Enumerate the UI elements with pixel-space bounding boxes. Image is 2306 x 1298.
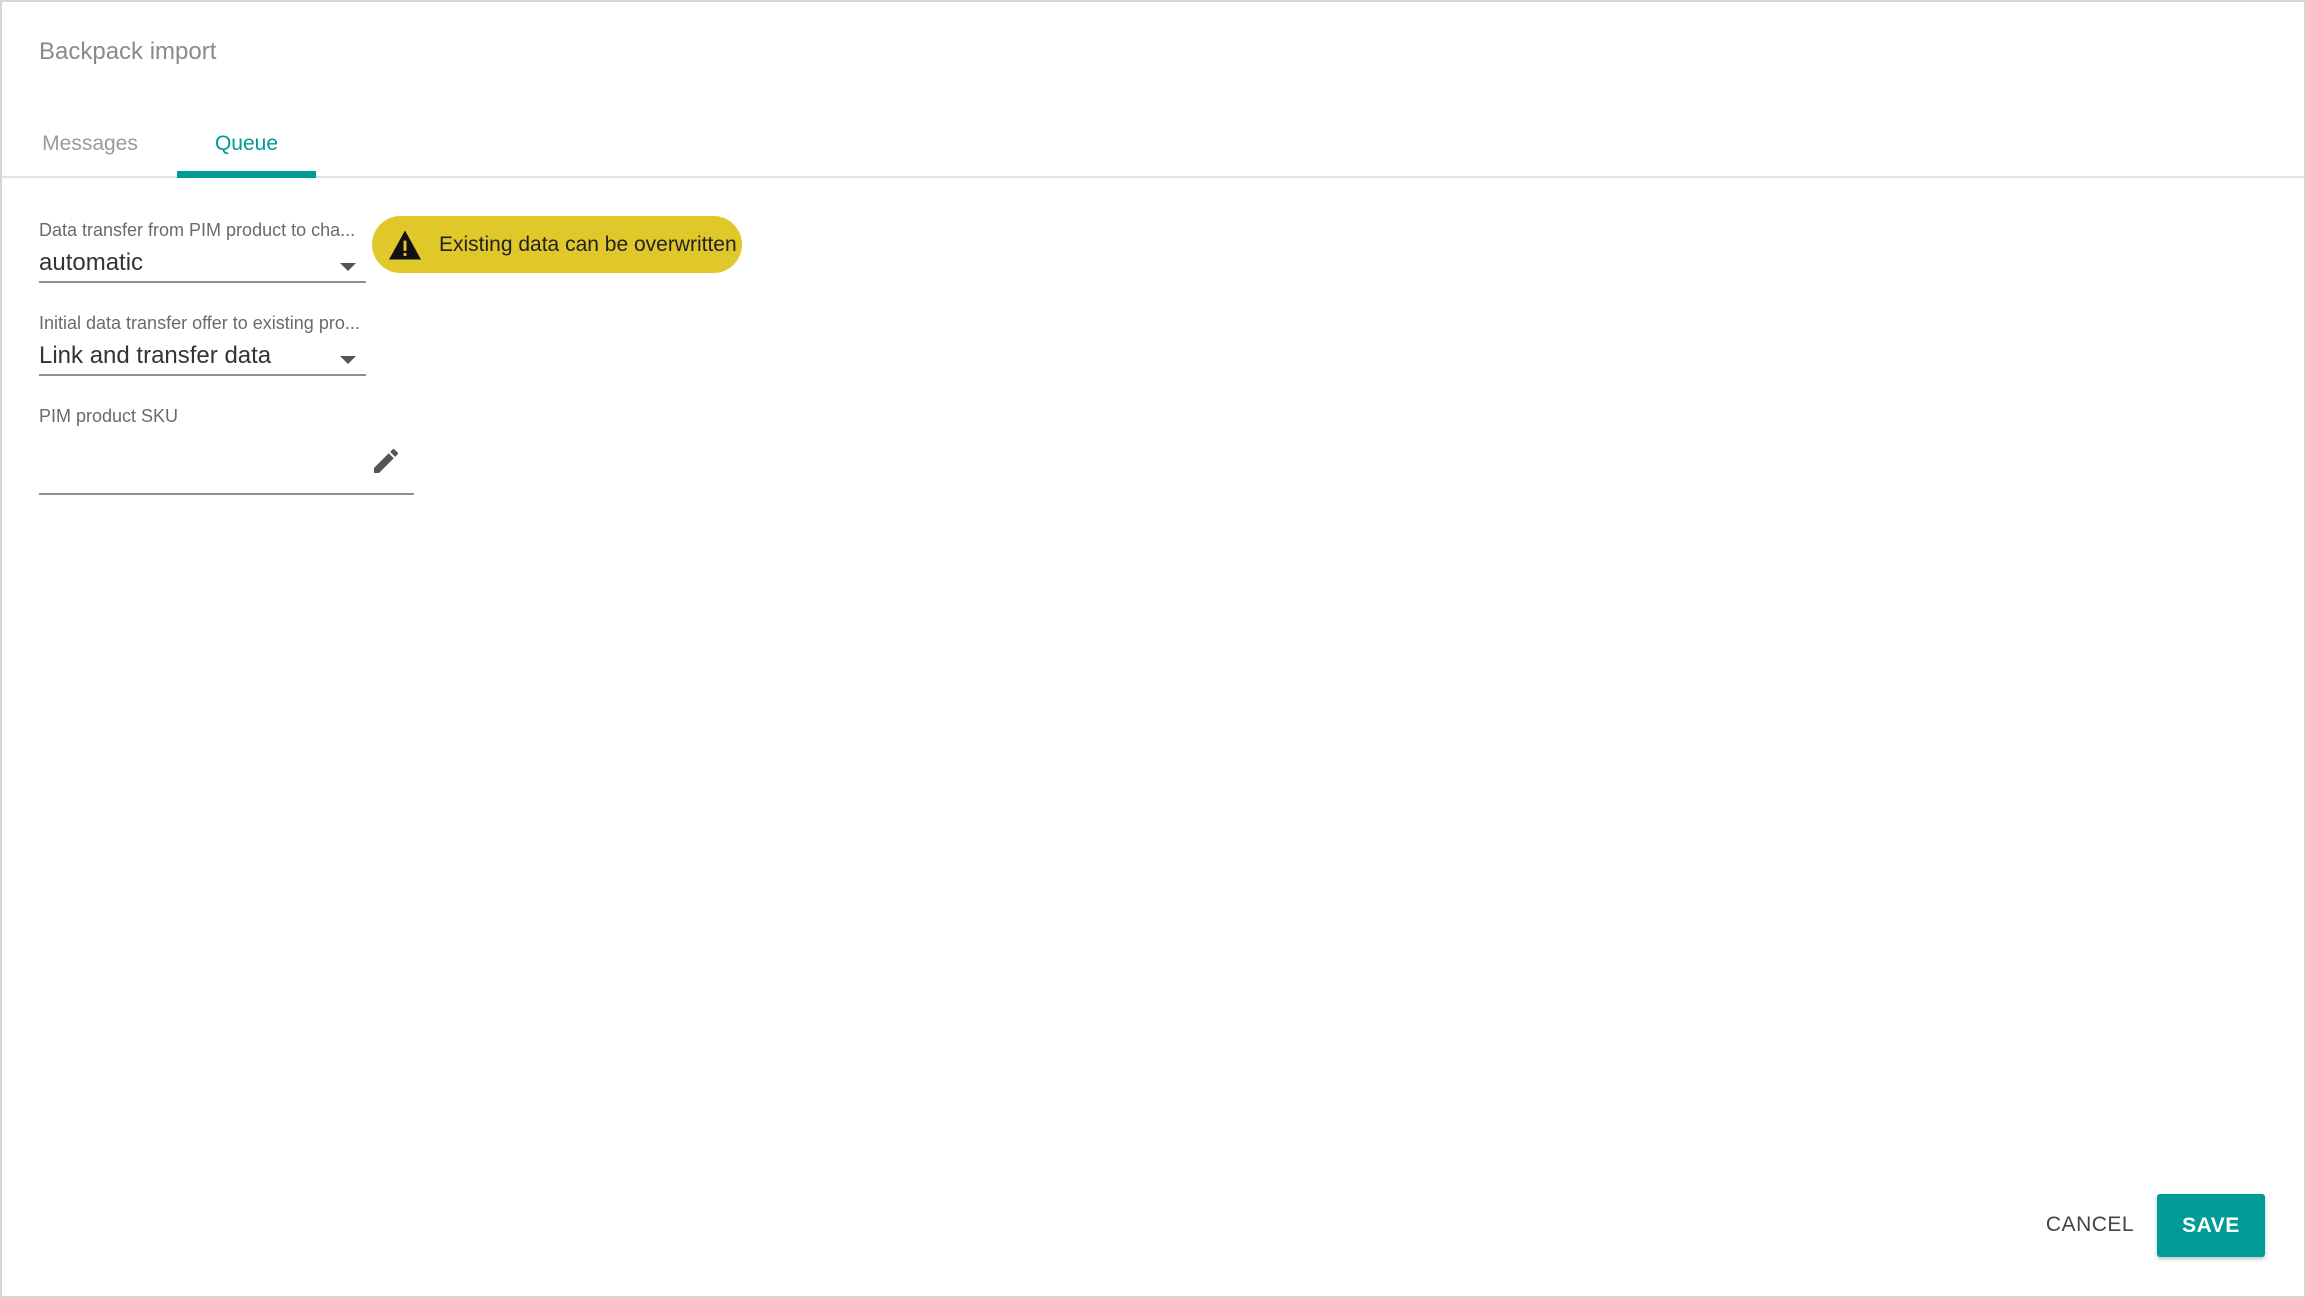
warning-icon: [389, 229, 421, 260]
sku-label: PIM product SKU: [39, 406, 179, 426]
data-transfer-label: Data transfer from PIM product to cha...: [39, 220, 356, 240]
backpack-import-dialog: Backpack import Messages Queue Data tran…: [0, 0, 2306, 1298]
pencil-icon[interactable]: [370, 445, 402, 477]
tab-messages[interactable]: Messages: [20, 110, 160, 178]
initial-transfer-value: Link and transfer data: [39, 342, 272, 369]
sku-field: PIM product SKU: [39, 406, 414, 495]
chevron-down-icon[interactable]: [340, 356, 356, 364]
warning-text: Existing data can be overwritten: [439, 232, 737, 256]
dialog-title: Backpack import: [39, 38, 217, 65]
initial-transfer-field: Initial data transfer offer to existing …: [39, 313, 366, 376]
sku-input[interactable]: [39, 431, 414, 495]
tab-bar: Messages Queue: [2, 110, 2304, 178]
active-tab-indicator: [177, 171, 316, 178]
chevron-down-icon[interactable]: [340, 263, 356, 271]
tab-queue[interactable]: Queue: [177, 110, 316, 178]
cancel-button[interactable]: CANCEL: [2032, 1194, 2148, 1256]
initial-transfer-label: Initial data transfer offer to existing …: [39, 313, 360, 333]
data-transfer-select[interactable]: automatic: [39, 243, 366, 283]
data-transfer-field: Data transfer from PIM product to cha...…: [39, 220, 366, 283]
initial-transfer-select[interactable]: Link and transfer data: [39, 336, 366, 376]
save-button[interactable]: SAVE: [2157, 1194, 2265, 1257]
data-transfer-value: automatic: [39, 249, 144, 276]
overwrite-warning-badge: Existing data can be overwritten: [372, 216, 742, 273]
